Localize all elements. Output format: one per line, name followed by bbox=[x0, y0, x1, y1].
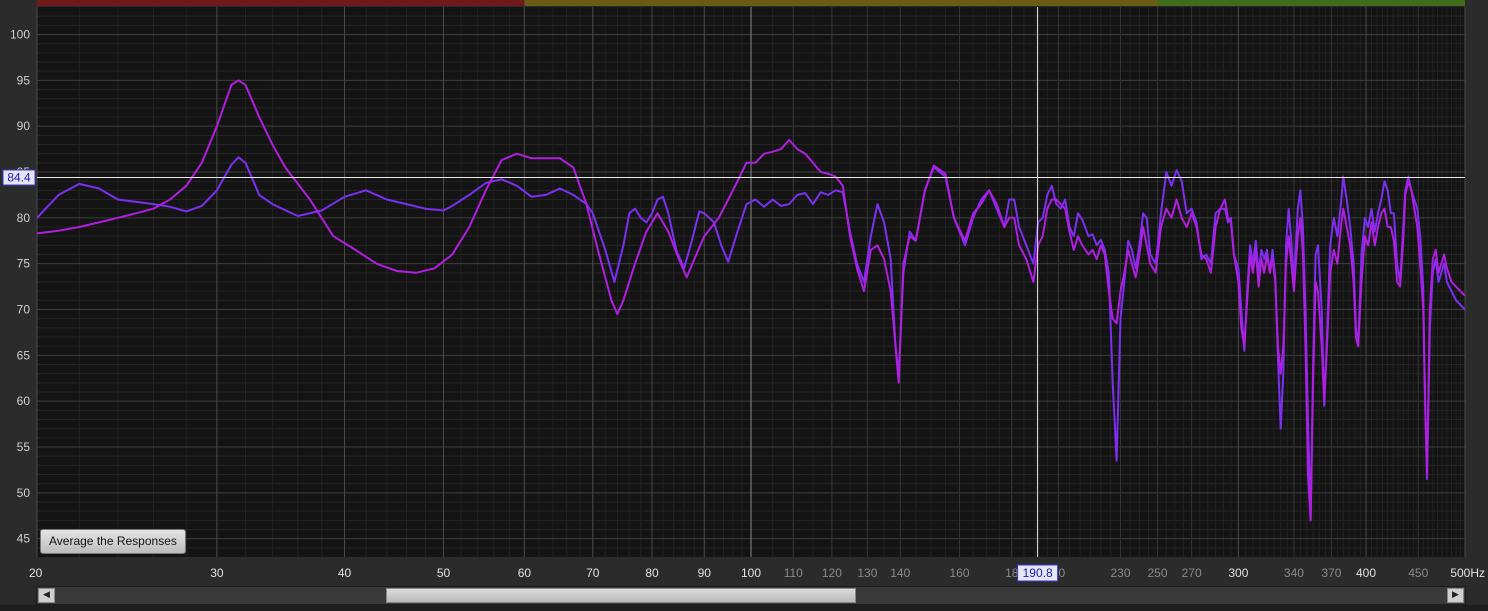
band-sub-bass bbox=[37, 0, 525, 6]
cursor-x-value: 190.8 bbox=[1023, 566, 1053, 580]
x-tick-label: 160 bbox=[949, 566, 969, 580]
band-bass bbox=[524, 0, 1158, 6]
y-tick-label: 45 bbox=[17, 532, 31, 546]
x-tick-label: 500Hz bbox=[1450, 566, 1485, 580]
x-tick-label: 18 bbox=[1005, 566, 1019, 580]
status-strip bbox=[0, 605, 1488, 611]
y-tick-label: 70 bbox=[17, 303, 31, 317]
y-tick-label: 50 bbox=[17, 486, 31, 500]
y-tick-label: 90 bbox=[17, 119, 31, 133]
x-tick-label: 400 bbox=[1356, 566, 1376, 580]
x-tick-label: 80 bbox=[645, 566, 659, 580]
rew-window: 4550556065707580859095100 20304050607080… bbox=[0, 0, 1488, 611]
scroll-right-arrow-icon[interactable]: ▶ bbox=[1447, 588, 1464, 603]
x-tick-label: 300 bbox=[1228, 566, 1248, 580]
x-tick-label: 100 bbox=[741, 566, 761, 580]
x-tick-label: 30 bbox=[210, 566, 224, 580]
x-tick-label: 60 bbox=[518, 566, 532, 580]
scroll-left-arrow-icon[interactable]: ◀ bbox=[38, 588, 55, 603]
horizontal-scrollbar[interactable]: ◀ ▶ bbox=[36, 586, 1466, 605]
x-tick-label: 230 bbox=[1110, 566, 1130, 580]
cursor-y-value: 84.4 bbox=[7, 171, 31, 185]
x-tick-label: 110 bbox=[784, 566, 803, 580]
x-tick-label: 50 bbox=[437, 566, 451, 580]
x-tick-label: 70 bbox=[586, 566, 600, 580]
x-tick-label: 90 bbox=[698, 566, 712, 580]
frequency-response-chart[interactable]: 4550556065707580859095100 20304050607080… bbox=[0, 0, 1488, 585]
x-tick-label: 450 bbox=[1408, 566, 1428, 580]
scrollbar-thumb[interactable] bbox=[386, 588, 856, 603]
x-tick-label: 340 bbox=[1284, 566, 1304, 580]
x-tick-label: 250 bbox=[1147, 566, 1167, 580]
x-tick-label: 140 bbox=[890, 566, 910, 580]
y-tick-label: 65 bbox=[17, 348, 31, 362]
y-tick-label: 60 bbox=[17, 394, 31, 408]
band-low-mid bbox=[1157, 0, 1465, 6]
x-tick-label: 270 bbox=[1182, 566, 1202, 580]
y-tick-label: 75 bbox=[17, 257, 31, 271]
x-tick-label: 40 bbox=[338, 566, 352, 580]
x-tick-label: 370 bbox=[1321, 566, 1341, 580]
x-tick-label: 120 bbox=[822, 566, 842, 580]
y-tick-label: 95 bbox=[17, 73, 31, 87]
x-tick-label: 20 bbox=[29, 566, 43, 580]
y-tick-label: 100 bbox=[10, 28, 30, 42]
average-responses-button[interactable]: Average the Responses bbox=[40, 529, 186, 554]
frequency-bands bbox=[37, 0, 1465, 6]
x-tick-label: 130 bbox=[857, 566, 877, 580]
y-tick-label: 55 bbox=[17, 440, 31, 454]
y-tick-label: 80 bbox=[17, 211, 31, 225]
